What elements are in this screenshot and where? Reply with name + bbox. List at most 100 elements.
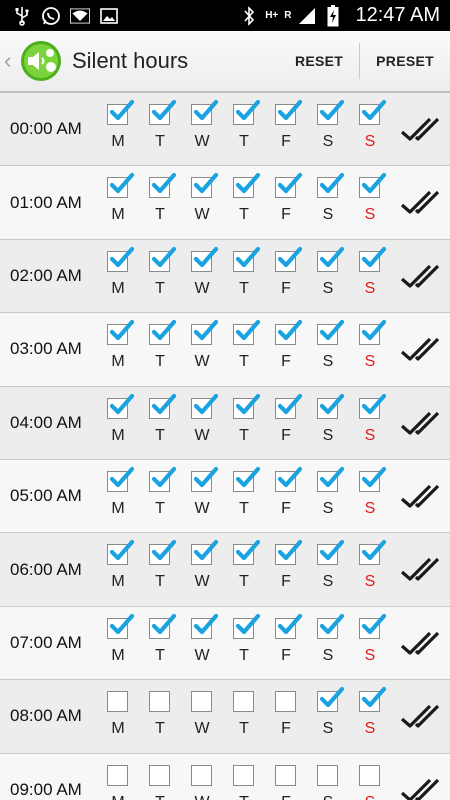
day-checkbox[interactable] bbox=[317, 764, 338, 786]
day-checkbox-checked[interactable] bbox=[317, 246, 345, 272]
select-all-days-icon[interactable] bbox=[399, 700, 441, 734]
day-label: T bbox=[155, 206, 165, 224]
day-checkbox-checked[interactable] bbox=[359, 320, 387, 346]
day-checkbox-checked[interactable] bbox=[317, 687, 345, 713]
day-checkbox-checked[interactable] bbox=[275, 540, 303, 566]
day-checkbox-checked[interactable] bbox=[233, 466, 261, 492]
day-checkbox-checked[interactable] bbox=[233, 173, 261, 199]
select-all-days-icon[interactable] bbox=[399, 553, 441, 587]
day-checkbox-checked[interactable] bbox=[191, 466, 219, 492]
day-checkbox-checked[interactable] bbox=[191, 540, 219, 566]
status-bar: H+ R 12:47 AM bbox=[0, 0, 450, 31]
day-checkbox-checked[interactable] bbox=[359, 466, 387, 492]
day-checkbox-checked[interactable] bbox=[149, 393, 177, 419]
day-checkbox[interactable] bbox=[149, 764, 170, 786]
select-all-days-icon[interactable] bbox=[399, 333, 441, 367]
day-checkbox-checked[interactable] bbox=[233, 99, 261, 125]
day-checkbox[interactable] bbox=[107, 764, 128, 786]
day-checkbox-checked[interactable] bbox=[191, 393, 219, 419]
select-all-days-icon[interactable] bbox=[399, 627, 441, 661]
day-checkbox-checked[interactable] bbox=[317, 173, 345, 199]
day-checkbox-checked[interactable] bbox=[233, 320, 261, 346]
day-checkbox-checked[interactable] bbox=[359, 540, 387, 566]
day-checkbox-checked[interactable] bbox=[275, 173, 303, 199]
day-checkbox-checked[interactable] bbox=[107, 540, 135, 566]
day-checkbox-checked[interactable] bbox=[359, 687, 387, 713]
day-checkbox-checked[interactable] bbox=[275, 466, 303, 492]
app-logo-icon[interactable] bbox=[20, 40, 62, 82]
select-all-days-icon[interactable] bbox=[399, 774, 441, 800]
day-checkbox-checked[interactable] bbox=[233, 540, 261, 566]
day-checkbox-checked[interactable] bbox=[275, 393, 303, 419]
up-caret-icon[interactable]: ‹ bbox=[0, 48, 16, 74]
day-checkbox-checked[interactable] bbox=[275, 320, 303, 346]
day-checkbox-checked[interactable] bbox=[107, 393, 135, 419]
select-all-days-icon[interactable] bbox=[399, 260, 441, 294]
day-toggle: W bbox=[190, 691, 216, 741]
day-checkbox-checked[interactable] bbox=[191, 99, 219, 125]
day-checkbox-checked[interactable] bbox=[317, 466, 345, 492]
day-checkbox-checked[interactable] bbox=[317, 320, 345, 346]
day-checkbox-checked[interactable] bbox=[275, 613, 303, 639]
day-checkbox-checked[interactable] bbox=[149, 246, 177, 272]
day-checkbox-checked[interactable] bbox=[275, 99, 303, 125]
day-checkbox[interactable] bbox=[149, 691, 170, 713]
day-checkbox-checked[interactable] bbox=[359, 393, 387, 419]
select-all-days-icon[interactable] bbox=[399, 113, 441, 147]
reset-button[interactable]: RESET bbox=[279, 31, 359, 91]
day-checkbox[interactable] bbox=[191, 764, 212, 786]
select-all-days-icon[interactable] bbox=[399, 480, 441, 514]
day-checkbox-checked[interactable] bbox=[191, 173, 219, 199]
day-checkbox-checked[interactable] bbox=[359, 613, 387, 639]
day-checkbox[interactable] bbox=[275, 691, 296, 713]
select-all-days-icon[interactable] bbox=[399, 186, 441, 220]
day-checkbox[interactable] bbox=[233, 764, 254, 786]
day-checkbox-checked[interactable] bbox=[359, 99, 387, 125]
day-checkbox-checked[interactable] bbox=[107, 246, 135, 272]
day-checkbox-checked[interactable] bbox=[149, 613, 177, 639]
day-label: W bbox=[194, 206, 210, 224]
day-checkbox-checked[interactable] bbox=[317, 393, 345, 419]
day-label: F bbox=[281, 499, 291, 517]
day-checkbox-checked[interactable] bbox=[107, 173, 135, 199]
day-checkbox-checked[interactable] bbox=[233, 613, 261, 639]
day-checkbox-checked[interactable] bbox=[191, 613, 219, 639]
day-checkbox-checked[interactable] bbox=[191, 320, 219, 346]
day-checkbox-checked[interactable] bbox=[233, 246, 261, 272]
day-checkbox-checked[interactable] bbox=[149, 540, 177, 566]
day-checkbox-checked[interactable] bbox=[317, 540, 345, 566]
day-checkbox[interactable] bbox=[107, 691, 128, 713]
day-label: M bbox=[111, 206, 125, 224]
day-checkbox-checked[interactable] bbox=[233, 393, 261, 419]
day-checkbox[interactable] bbox=[275, 764, 296, 786]
day-checkbox-checked[interactable] bbox=[107, 99, 135, 125]
day-checkbox[interactable] bbox=[359, 764, 380, 786]
day-checkbox-checked[interactable] bbox=[191, 246, 219, 272]
hour-row: 06:00 AM M T W T F S S bbox=[0, 533, 450, 607]
day-checkbox-checked[interactable] bbox=[275, 246, 303, 272]
day-checkbox-checked[interactable] bbox=[359, 246, 387, 272]
day-label: W bbox=[194, 426, 210, 444]
day-toggle: T bbox=[148, 320, 177, 374]
day-checkbox-checked[interactable] bbox=[359, 173, 387, 199]
day-toggle: S bbox=[358, 687, 387, 741]
day-checkbox[interactable] bbox=[233, 691, 254, 713]
day-checkbox-checked[interactable] bbox=[107, 320, 135, 346]
preset-button[interactable]: PRESET bbox=[360, 31, 450, 91]
day-checkbox-checked[interactable] bbox=[107, 613, 135, 639]
select-all-days-icon[interactable] bbox=[399, 407, 441, 441]
day-label: W bbox=[194, 133, 210, 150]
day-checkbox[interactable] bbox=[191, 691, 212, 713]
day-checkbox-checked[interactable] bbox=[149, 320, 177, 346]
day-label: T bbox=[239, 279, 249, 297]
day-checkbox-checked[interactable] bbox=[149, 99, 177, 125]
day-checkbox-checked[interactable] bbox=[317, 613, 345, 639]
day-toggle: T bbox=[232, 393, 261, 448]
day-checkbox-checked[interactable] bbox=[149, 466, 177, 492]
day-label: S bbox=[364, 206, 376, 224]
day-label: F bbox=[281, 133, 291, 150]
day-toggle: T bbox=[148, 246, 177, 301]
day-checkbox-checked[interactable] bbox=[107, 466, 135, 492]
day-checkbox-checked[interactable] bbox=[317, 99, 345, 125]
day-checkbox-checked[interactable] bbox=[149, 173, 177, 199]
